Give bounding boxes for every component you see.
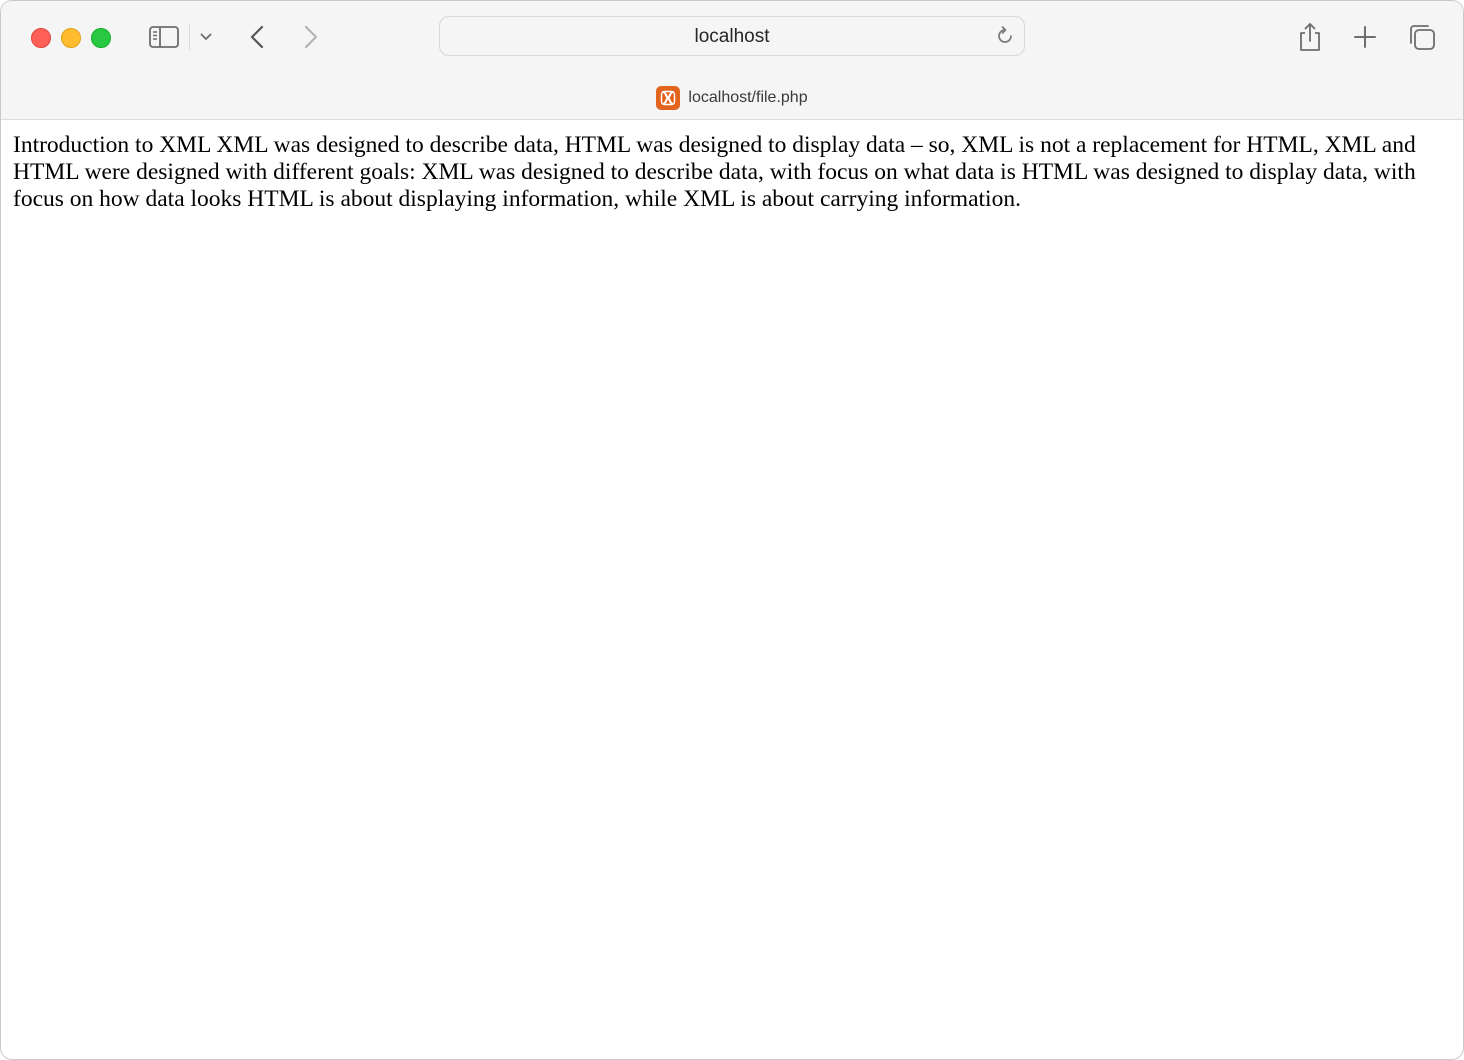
plus-icon xyxy=(1354,26,1376,48)
share-icon xyxy=(1300,23,1320,51)
body-paragraph: Introduction to XML XML was designed to … xyxy=(13,132,1416,212)
browser-toolbar: localhost localhost/file.php xyxy=(1,1,1463,120)
tab-title: localhost/file.php xyxy=(688,89,808,106)
new-tab-button[interactable] xyxy=(1349,21,1381,53)
close-window-button[interactable] xyxy=(31,28,51,48)
browser-window: localhost localhost/file.php Introductio… xyxy=(0,0,1464,1060)
address-bar[interactable]: localhost xyxy=(439,16,1025,56)
tab-overview-icon xyxy=(1410,25,1435,50)
page-content: Introduction to XML XML was designed to … xyxy=(1,120,1463,213)
share-button[interactable] xyxy=(1293,21,1327,53)
sidebar-icon xyxy=(149,26,179,48)
sidebar-toggle-button[interactable] xyxy=(147,21,181,53)
chevron-left-icon xyxy=(250,25,264,49)
chevron-right-icon xyxy=(304,25,318,49)
back-button[interactable] xyxy=(243,21,271,53)
maximize-window-button[interactable] xyxy=(91,28,111,48)
tab-group-menu-button[interactable] xyxy=(195,21,217,53)
reload-icon xyxy=(998,26,1012,43)
chevron-down-icon xyxy=(200,33,212,40)
forward-button[interactable] xyxy=(297,21,325,53)
minimize-window-button[interactable] xyxy=(61,28,81,48)
tab-overview-button[interactable] xyxy=(1405,21,1439,53)
xampp-logo-icon xyxy=(656,86,681,110)
toolbar-divider xyxy=(189,24,190,50)
active-tab[interactable]: localhost/file.php xyxy=(1,83,1463,113)
reload-button[interactable] xyxy=(994,25,1016,47)
address-text[interactable]: localhost xyxy=(440,26,1024,48)
